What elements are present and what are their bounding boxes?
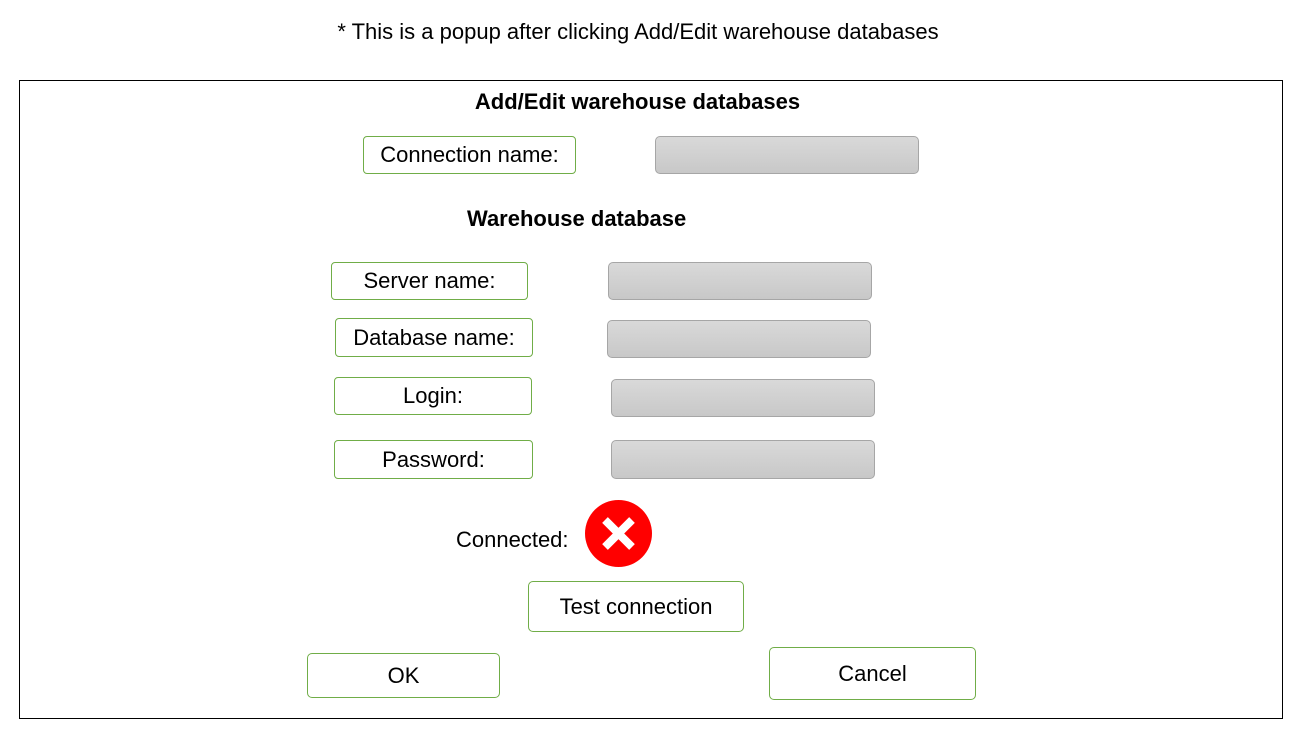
connected-status-label: Connected: <box>456 527 569 552</box>
warehouse-database-section-title: Warehouse database <box>467 206 687 231</box>
cancel-button[interactable]: Cancel <box>769 647 976 700</box>
login-label: Login: <box>334 377 532 415</box>
connection-name-label: Connection name: <box>363 136 576 174</box>
login-input[interactable] <box>611 379 875 417</box>
password-label: Password: <box>334 440 533 479</box>
ok-button[interactable]: OK <box>307 653 500 698</box>
server-name-label: Server name: <box>331 262 528 300</box>
dialog-title: Add/Edit warehouse databases <box>474 89 801 114</box>
connection-name-input[interactable] <box>655 136 919 174</box>
database-name-label: Database name: <box>335 318 533 357</box>
popup-note: * This is a popup after clicking Add/Edi… <box>337 19 939 44</box>
add-edit-warehouse-dialog: Add/Edit warehouse databases Connection … <box>19 80 1283 719</box>
database-name-input[interactable] <box>607 320 871 358</box>
test-connection-button[interactable]: Test connection <box>528 581 744 632</box>
server-name-input[interactable] <box>608 262 872 300</box>
password-input[interactable] <box>611 440 875 479</box>
error-x-icon <box>585 500 652 567</box>
